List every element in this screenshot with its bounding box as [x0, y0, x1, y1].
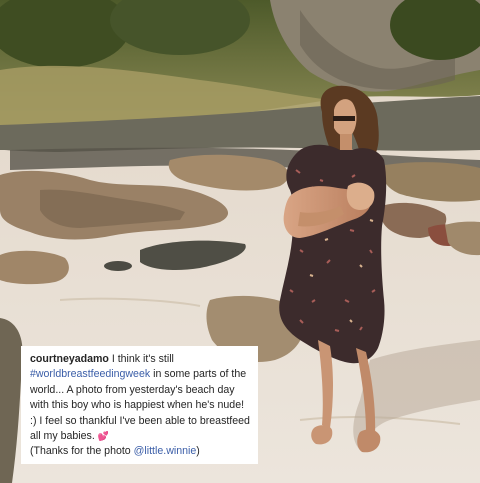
sunglasses: [333, 116, 355, 121]
dress: [279, 144, 387, 364]
caption-card: courtneyadamo I think it's still #worldb…: [21, 346, 258, 464]
caption-text: I think it's still: [108, 353, 174, 365]
caption-text: (Thanks for the photo: [30, 445, 134, 458]
caption-username[interactable]: courtneyadamo: [30, 353, 109, 365]
caption-hashtag[interactable]: #worldbreastfeedingweek: [30, 368, 150, 380]
heart-emoji-icon: 💕: [97, 431, 109, 442]
small-rock: [104, 261, 132, 271]
rock: [0, 250, 69, 285]
baby-head: [346, 182, 375, 210]
caption-text: ): [196, 445, 200, 458]
neck: [340, 134, 352, 150]
caption-mention[interactable]: @little.winnie: [134, 445, 197, 457]
